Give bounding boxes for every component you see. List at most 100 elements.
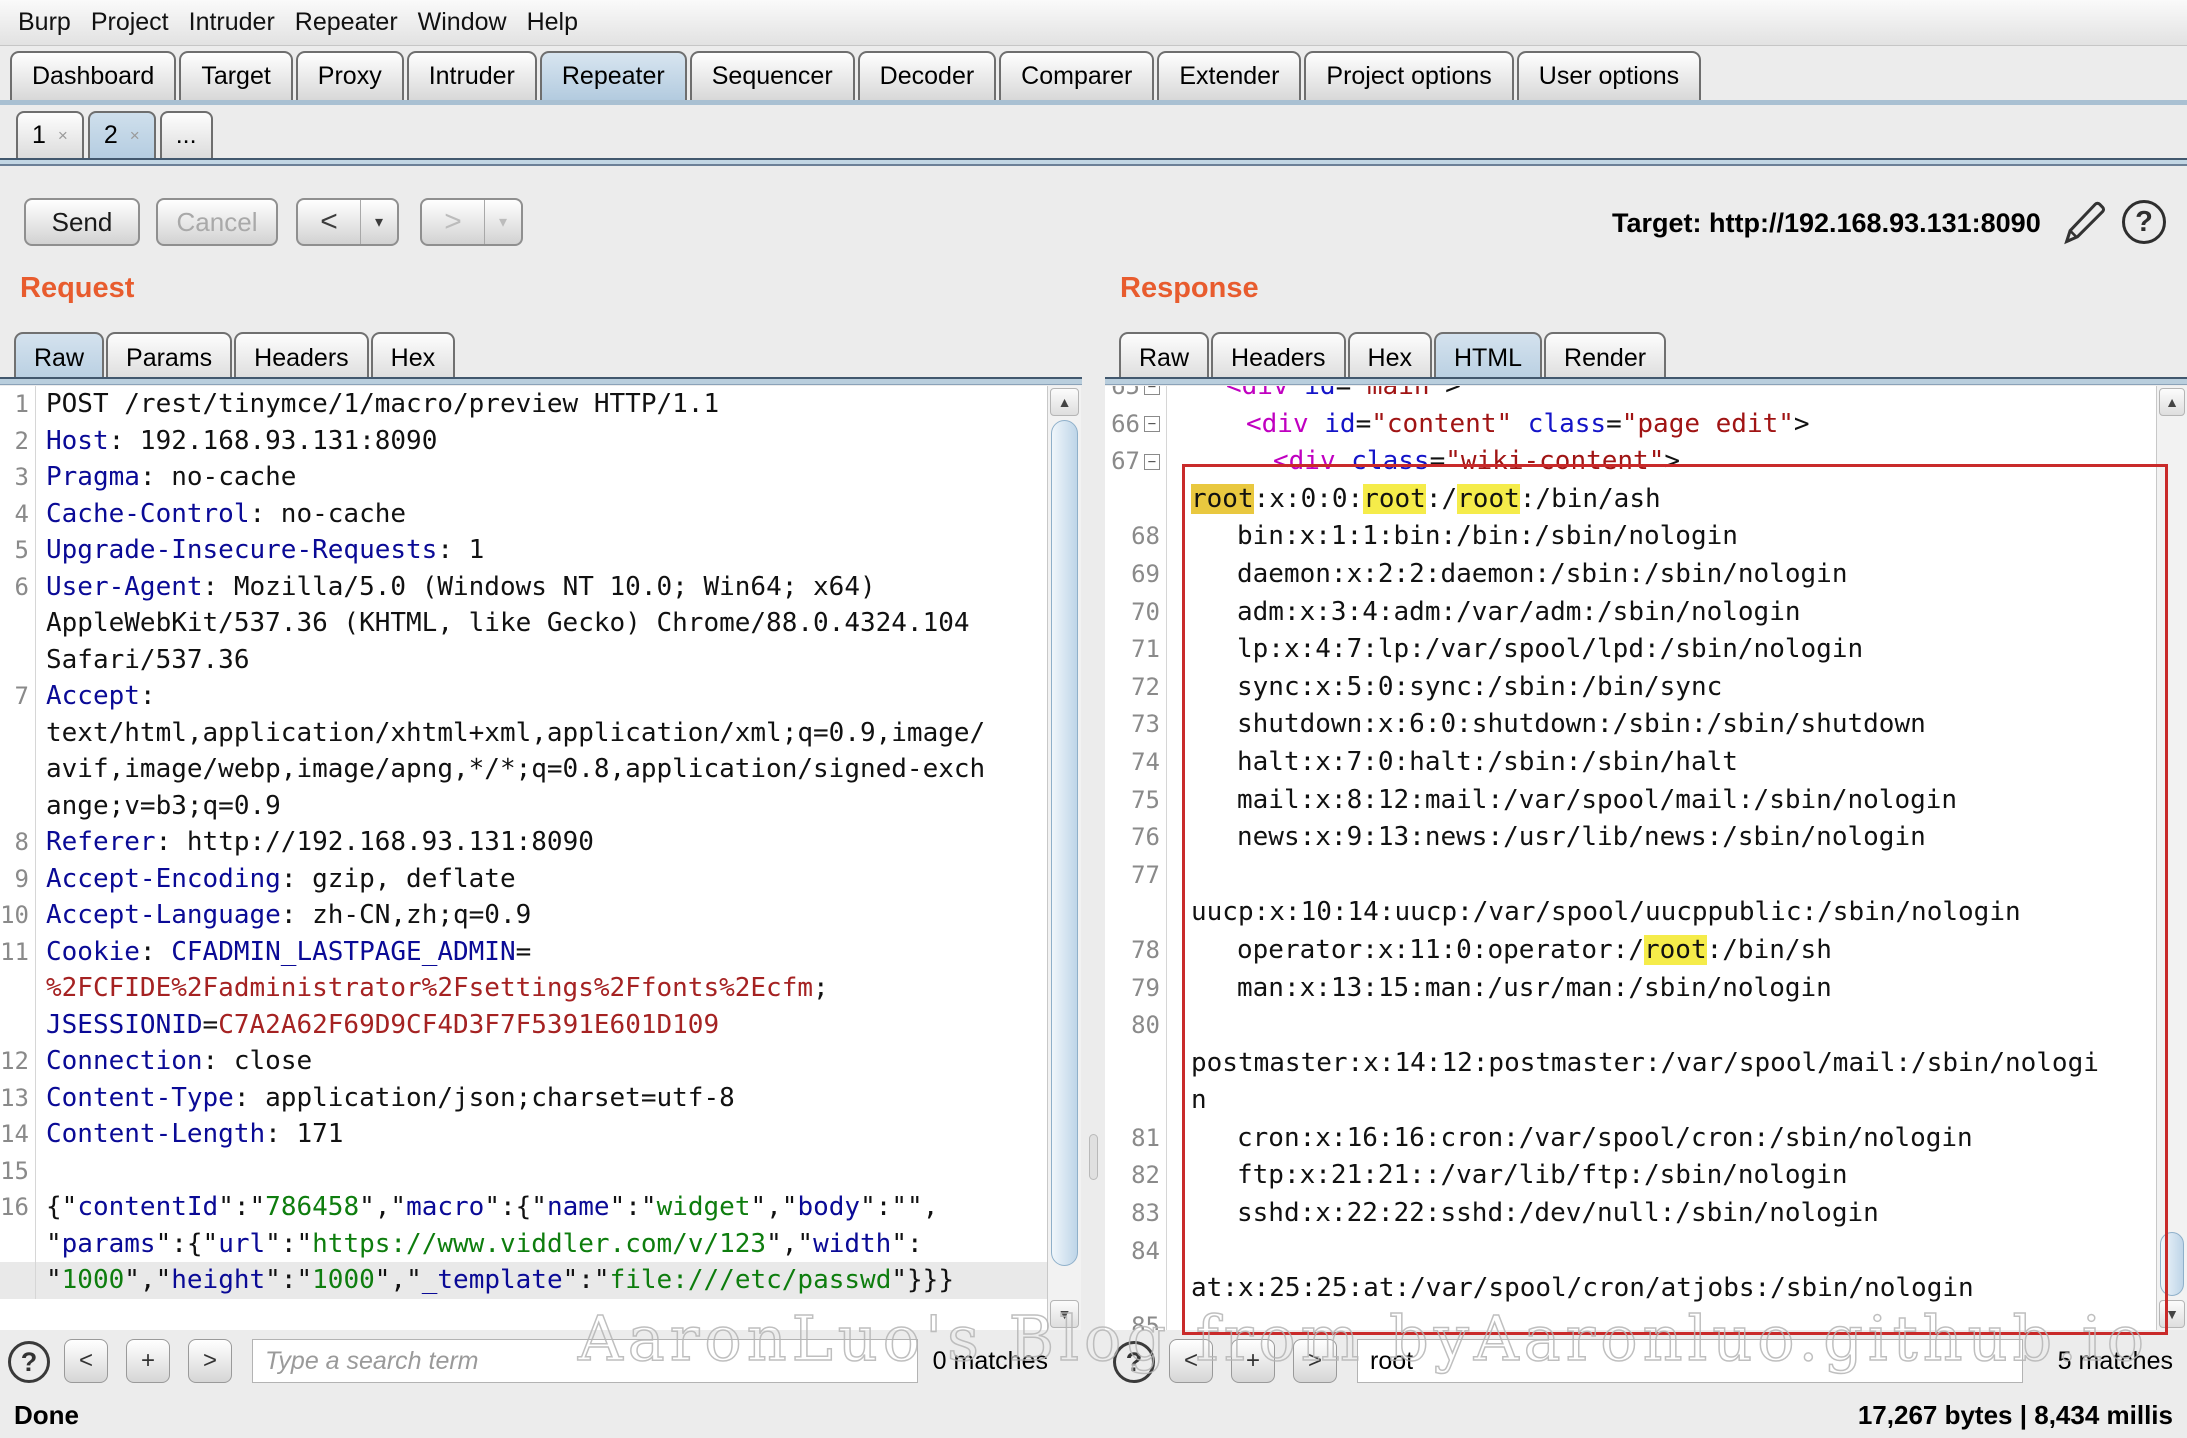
line-number: 75	[1105, 782, 1167, 820]
request-match-count: 0 matches	[933, 1347, 1048, 1376]
menu-item-window[interactable]: Window	[408, 8, 517, 37]
response-search-bar: ? < + > 5 matches	[1105, 1332, 2187, 1393]
main-tab-decoder[interactable]: Decoder	[858, 51, 997, 100]
scroll-up-icon[interactable]: ▲	[1050, 388, 1079, 416]
line-text: man:x:13:15:man:/usr/man:/sbin/nologin	[1213, 970, 1832, 1008]
request-scrollbar-thumb[interactable]	[1051, 420, 1078, 1266]
request-editor[interactable]: 1POST /rest/tinymce/1/macro/preview HTTP…	[0, 386, 1047, 1330]
search-help-icon[interactable]: ?	[8, 1341, 50, 1383]
main-tab-user-options[interactable]: User options	[1517, 51, 1701, 100]
response-scrollbar[interactable]: ▲ ▼	[2156, 386, 2187, 1330]
help-icon[interactable]: ?	[2122, 200, 2166, 244]
view-tab-hex[interactable]: Hex	[371, 332, 455, 383]
forward-split-button[interactable]: > ▾	[420, 198, 523, 246]
search-prev-button[interactable]: <	[64, 1339, 108, 1383]
line-text: Accept-Encoding: gzip, deflate	[36, 861, 516, 898]
code-line: 5Upgrade-Insecure-Requests: 1	[0, 532, 1047, 569]
main-tab-intruder[interactable]: Intruder	[407, 51, 537, 100]
edit-target-icon[interactable]	[2058, 196, 2110, 248]
line-text: lp:x:4:7:lp:/var/spool/lpd:/sbin/nologin	[1213, 631, 1863, 669]
line-number: 69	[1105, 556, 1167, 594]
code-line: text/html,application/xhtml+xml,applicat…	[0, 715, 1047, 752]
request-tab-separator	[0, 377, 1082, 385]
line-number: 16	[0, 1189, 36, 1226]
search-prev-button[interactable]: <	[1169, 1339, 1213, 1383]
line-number	[0, 1262, 36, 1299]
line-text: <div class="wiki-content">	[1249, 443, 1680, 481]
line-text: halt:x:7:0:halt:/sbin:/sbin/halt	[1213, 744, 1738, 782]
forward-dropdown-icon[interactable]: ▾	[485, 200, 521, 244]
menu-item-project[interactable]: Project	[81, 8, 179, 37]
back-dropdown-icon[interactable]: ▾	[361, 200, 397, 244]
line-text: Cookie: CFADMIN_LASTPAGE_ADMIN=	[36, 934, 531, 971]
response-search-input[interactable]	[1357, 1339, 2023, 1383]
view-tab-raw[interactable]: Raw	[1119, 332, 1209, 383]
collapse-icon[interactable]: −	[1144, 454, 1160, 470]
main-tab-extender[interactable]: Extender	[1157, 51, 1301, 100]
request-scrollbar[interactable]: ▲ ▼	[1047, 386, 1081, 1330]
menu-bar: BurpProjectIntruderRepeaterWindowHelp	[0, 0, 2187, 46]
code-line: root:x:0:0:root:/root:/bin/ash	[1105, 481, 2158, 519]
divider-grip-icon[interactable]	[1089, 1134, 1098, 1180]
code-line: 81cron:x:16:16:cron:/var/spool/cron:/sbi…	[1105, 1120, 2158, 1158]
code-line: uucp:x:10:14:uucp:/var/spool/uucppublic:…	[1105, 894, 2158, 932]
main-tab-sequencer[interactable]: Sequencer	[690, 51, 855, 100]
panel-divider[interactable]	[1082, 322, 1105, 1393]
repeater-tab-[interactable]: ...	[160, 111, 213, 158]
back-arrow-icon[interactable]: <	[298, 200, 361, 244]
line-text: POST /rest/tinymce/1/macro/preview HTTP/…	[36, 386, 719, 423]
code-line: n	[1105, 1082, 2158, 1120]
status-bar: Done 17,267 bytes | 8,434 millis	[0, 1395, 2187, 1438]
menu-item-burp[interactable]: Burp	[8, 8, 81, 37]
search-next-button[interactable]: >	[188, 1339, 232, 1383]
send-button[interactable]: Send	[24, 198, 140, 246]
view-tab-params[interactable]: Params	[106, 332, 232, 383]
main-tab-project-options[interactable]: Project options	[1304, 51, 1513, 100]
target-url-label: Target: http://192.168.93.131:8090	[1612, 208, 2041, 239]
collapse-icon[interactable]: −	[1144, 416, 1160, 432]
forward-arrow-icon[interactable]: >	[422, 200, 485, 244]
search-help-icon[interactable]: ?	[1113, 1341, 1155, 1383]
view-tab-render[interactable]: Render	[1544, 332, 1666, 383]
main-tab-dashboard[interactable]: Dashboard	[10, 51, 176, 100]
repeater-tab-2[interactable]: 2×	[88, 111, 156, 158]
line-text: ange;v=b3;q=0.9	[36, 788, 281, 825]
back-split-button[interactable]: < ▾	[296, 198, 399, 246]
search-next-button[interactable]: >	[1293, 1339, 1337, 1383]
main-tab-repeater[interactable]: Repeater	[540, 51, 687, 100]
line-text: Host: 192.168.93.131:8090	[36, 423, 437, 460]
response-tab-separator	[1105, 377, 2187, 385]
scroll-down-icon[interactable]: ▼	[1050, 1300, 1079, 1328]
view-tab-headers[interactable]: Headers	[1211, 332, 1346, 383]
line-number	[0, 788, 36, 825]
menu-item-repeater[interactable]: Repeater	[285, 8, 408, 37]
scroll-up-icon[interactable]: ▲	[2159, 388, 2185, 416]
line-text: bin:x:1:1:bin:/bin:/sbin/nologin	[1213, 518, 1738, 556]
close-tab-icon[interactable]: ×	[58, 126, 68, 146]
response-scrollbar-thumb[interactable]	[2160, 1232, 2184, 1296]
line-text: Connection: close	[36, 1043, 312, 1080]
search-add-button[interactable]: +	[1231, 1339, 1275, 1383]
line-text: operator:x:11:0:operator:/root:/bin/sh	[1213, 932, 1832, 970]
line-number: 73	[1105, 706, 1167, 744]
repeater-tab-bar: 1×2×...	[0, 108, 217, 158]
collapse-icon[interactable]: −	[1144, 386, 1160, 395]
menu-item-intruder[interactable]: Intruder	[179, 8, 285, 37]
scroll-down-icon[interactable]: ▼	[2159, 1300, 2185, 1328]
line-number	[1105, 1045, 1167, 1083]
view-tab-raw[interactable]: Raw	[14, 332, 104, 383]
main-tab-proxy[interactable]: Proxy	[296, 51, 404, 100]
close-tab-icon[interactable]: ×	[130, 126, 140, 146]
response-editor[interactable]: 65−<div id="main">66−<div id="content" c…	[1105, 386, 2158, 1330]
view-tab-html[interactable]: HTML	[1434, 332, 1542, 383]
main-tab-target[interactable]: Target	[179, 51, 292, 100]
repeater-tab-label: ...	[176, 121, 197, 150]
request-search-input[interactable]	[252, 1339, 918, 1383]
view-tab-headers[interactable]: Headers	[234, 332, 369, 383]
cancel-button[interactable]: Cancel	[156, 198, 278, 246]
main-tab-comparer[interactable]: Comparer	[999, 51, 1154, 100]
view-tab-hex[interactable]: Hex	[1348, 332, 1432, 383]
repeater-tab-1[interactable]: 1×	[16, 111, 84, 158]
search-add-button[interactable]: +	[126, 1339, 170, 1383]
menu-item-help[interactable]: Help	[517, 8, 588, 37]
